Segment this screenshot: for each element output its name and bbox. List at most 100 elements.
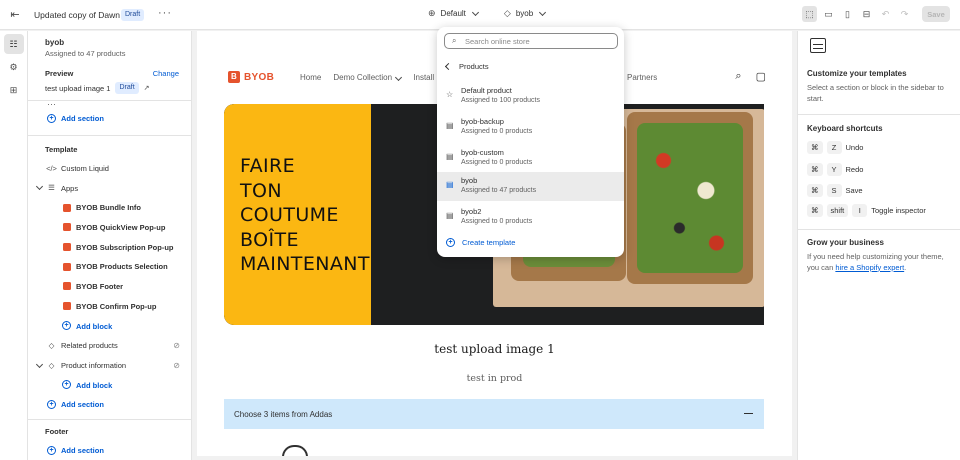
sidebar-item-app[interactable]: BYOB Products Selection (28, 257, 191, 277)
app-label: BYOB Confirm Pop-up (76, 301, 157, 311)
sidebar-item-app[interactable]: BYOB Bundle Info (28, 198, 191, 218)
bundle-accordion[interactable]: Choose 3 items from Addas (224, 399, 764, 429)
store-logo[interactable]: B BYOB (228, 71, 274, 83)
chevron-down-icon[interactable] (35, 360, 44, 368)
shortcut-row: ⌘ Y Redo (807, 163, 863, 176)
hero-text-panel: FAIRE TON COUTUME BOÎTE MAINTENANT (224, 104, 371, 325)
sidebar-item-app[interactable]: BYOB Footer (28, 277, 191, 297)
footer-group-title: Footer (45, 426, 69, 436)
template-option[interactable]: ▤ byob-custom Assigned to 0 products (437, 144, 624, 173)
inspector-toggle-icon[interactable]: ⬚ (802, 6, 817, 22)
template-option[interactable]: ☆ Default product Assigned to 100 produc… (437, 82, 624, 111)
hero-headline: FAIRE TON COUTUME BOÎTE MAINTENANT (240, 154, 370, 277)
theme-settings-icon[interactable]: ⚙ (4, 57, 24, 77)
hire-expert-link[interactable]: hire a Shopify expert (835, 263, 904, 272)
hero-line: COUTUME (240, 204, 339, 226)
template-selector[interactable]: ◇ byob (504, 8, 547, 19)
app-block-icon (62, 203, 71, 212)
sidebar-header: byob Assigned to 47 products Preview Cha… (28, 31, 191, 94)
command-key-icon: ⌘ (807, 184, 823, 197)
back-to-products[interactable]: Products (444, 62, 489, 71)
shortcut-key: Y (826, 163, 842, 176)
undo-icon[interactable]: ↶ (878, 6, 893, 22)
customize-text: Select a section or block in the sidebar… (807, 83, 944, 103)
mobile-view-icon[interactable]: ▯ (840, 6, 855, 22)
add-block-button[interactable]: + Add block (28, 375, 191, 395)
theme-selector[interactable]: ⊕ Default (428, 8, 479, 19)
hidden-eye-icon[interactable]: ⊘ (173, 341, 180, 350)
grow-text-end: . (904, 262, 907, 272)
hero-line: FAIRE (240, 155, 295, 177)
command-key-icon: ⌘ (807, 141, 823, 154)
menu-item-demo-collection[interactable]: Demo Collection (333, 73, 403, 82)
external-link-icon[interactable]: ↗ (144, 84, 150, 92)
add-section-button[interactable]: + Add section (28, 441, 191, 460)
redo-icon[interactable]: ↷ (897, 6, 912, 22)
search-field: ⌕ (444, 33, 618, 49)
search-icon[interactable]: ⌕ (735, 70, 741, 83)
template-option[interactable]: ▤ byob-backup Assigned to 0 products (437, 113, 624, 142)
desktop-view-icon[interactable]: ▭ (821, 6, 836, 22)
add-section-button[interactable]: + Add section (28, 109, 191, 129)
add-block-button[interactable]: + Add block (28, 316, 191, 336)
shortcut-label: Redo (845, 165, 864, 174)
app-embeds-icon[interactable]: ⊞ (4, 80, 24, 100)
sections-icon[interactable]: ☷ (3, 34, 24, 54)
change-preview-link[interactable]: Change (153, 69, 179, 78)
template-option-selected[interactable]: ▤ byob Assigned to 47 products (437, 172, 624, 201)
hero-line: BOÎTE (240, 228, 299, 251)
related-products-label: Related products (61, 341, 118, 351)
add-section-button[interactable]: + Add section (28, 395, 191, 415)
chevron-left-icon (444, 62, 453, 71)
menu-item-install[interactable]: Install (413, 73, 434, 82)
template-option[interactable]: ▤ byob2 Assigned to 0 products (437, 203, 624, 232)
app-block-icon (62, 282, 71, 291)
template-option-name: byob (461, 176, 478, 185)
fullscreen-view-icon[interactable]: ⊟ (859, 6, 874, 22)
sidebar-item-custom-liquid[interactable]: </> Custom Liquid (28, 159, 191, 179)
custom-liquid-label: Custom Liquid (61, 164, 109, 174)
template-sidebar: byob Assigned to 47 products Preview Cha… (28, 31, 192, 460)
sidebar-item-app[interactable]: BYOB Confirm Pop-up (28, 297, 191, 317)
sidebar-item-app[interactable]: BYOB QuickView Pop-up (28, 218, 191, 238)
plus-circle-icon: + (62, 321, 71, 331)
sidebar-item-product-information[interactable]: ◇ Product information ⊘ (28, 356, 191, 376)
chevron-down-icon[interactable] (35, 183, 44, 191)
hidden-eye-icon[interactable]: ⊘ (173, 361, 180, 370)
tag-icon: ◇ (48, 360, 55, 370)
inspector-panel: Customize your templates Select a sectio… (797, 31, 960, 460)
menu-item-home[interactable]: Home (300, 73, 321, 82)
template-name: byob (45, 38, 65, 47)
globe-icon: ⊕ (428, 8, 436, 18)
template-option-assignment: Assigned to 0 products (461, 128, 533, 135)
add-section-label: Add section (61, 445, 104, 455)
shortcuts-title: Keyboard shortcuts (807, 124, 883, 133)
bundle-text: Choose 3 items from Addas (234, 409, 333, 419)
create-template-button[interactable]: + Create template (446, 238, 515, 247)
left-rail: ☷ ⚙ ⊞ (0, 31, 28, 460)
sidebar-item-apps[interactable]: ☰ Apps (28, 178, 191, 198)
save-button[interactable]: Save (922, 6, 950, 22)
template-option-assignment: Assigned to 47 products (461, 187, 537, 194)
sidebar-divider (28, 418, 191, 420)
shortcut-key: I (852, 204, 868, 217)
sidebar-item-related-products[interactable]: ◇ Related products ⊘ (28, 336, 191, 356)
more-actions-icon[interactable]: ··· (158, 7, 172, 19)
command-key-icon: ⌘ (807, 163, 823, 176)
template-option-name: byob-backup (461, 117, 504, 126)
collapse-icon (744, 413, 753, 415)
store-header-icons: ⌕ ▢ (735, 70, 766, 83)
sidebar-item-app[interactable]: BYOB Subscription Pop-up (28, 237, 191, 257)
template-option-assignment: Assigned to 100 products (461, 97, 540, 104)
menu-item-partners[interactable]: Partners (627, 73, 657, 82)
search-input[interactable] (465, 36, 613, 46)
exit-icon[interactable]: ⇤ (8, 8, 22, 22)
apps-label: Apps (61, 183, 79, 193)
app-label: BYOB QuickView Pop-up (76, 223, 166, 233)
app-block-icon (62, 302, 71, 311)
create-template-label: Create template (462, 238, 516, 247)
template-option-name: Default product (461, 86, 512, 95)
template-option-assignment: Assigned to 0 products (461, 218, 533, 225)
cart-icon[interactable]: ▢ (756, 70, 766, 83)
theme-selector-label: Default (440, 9, 466, 18)
